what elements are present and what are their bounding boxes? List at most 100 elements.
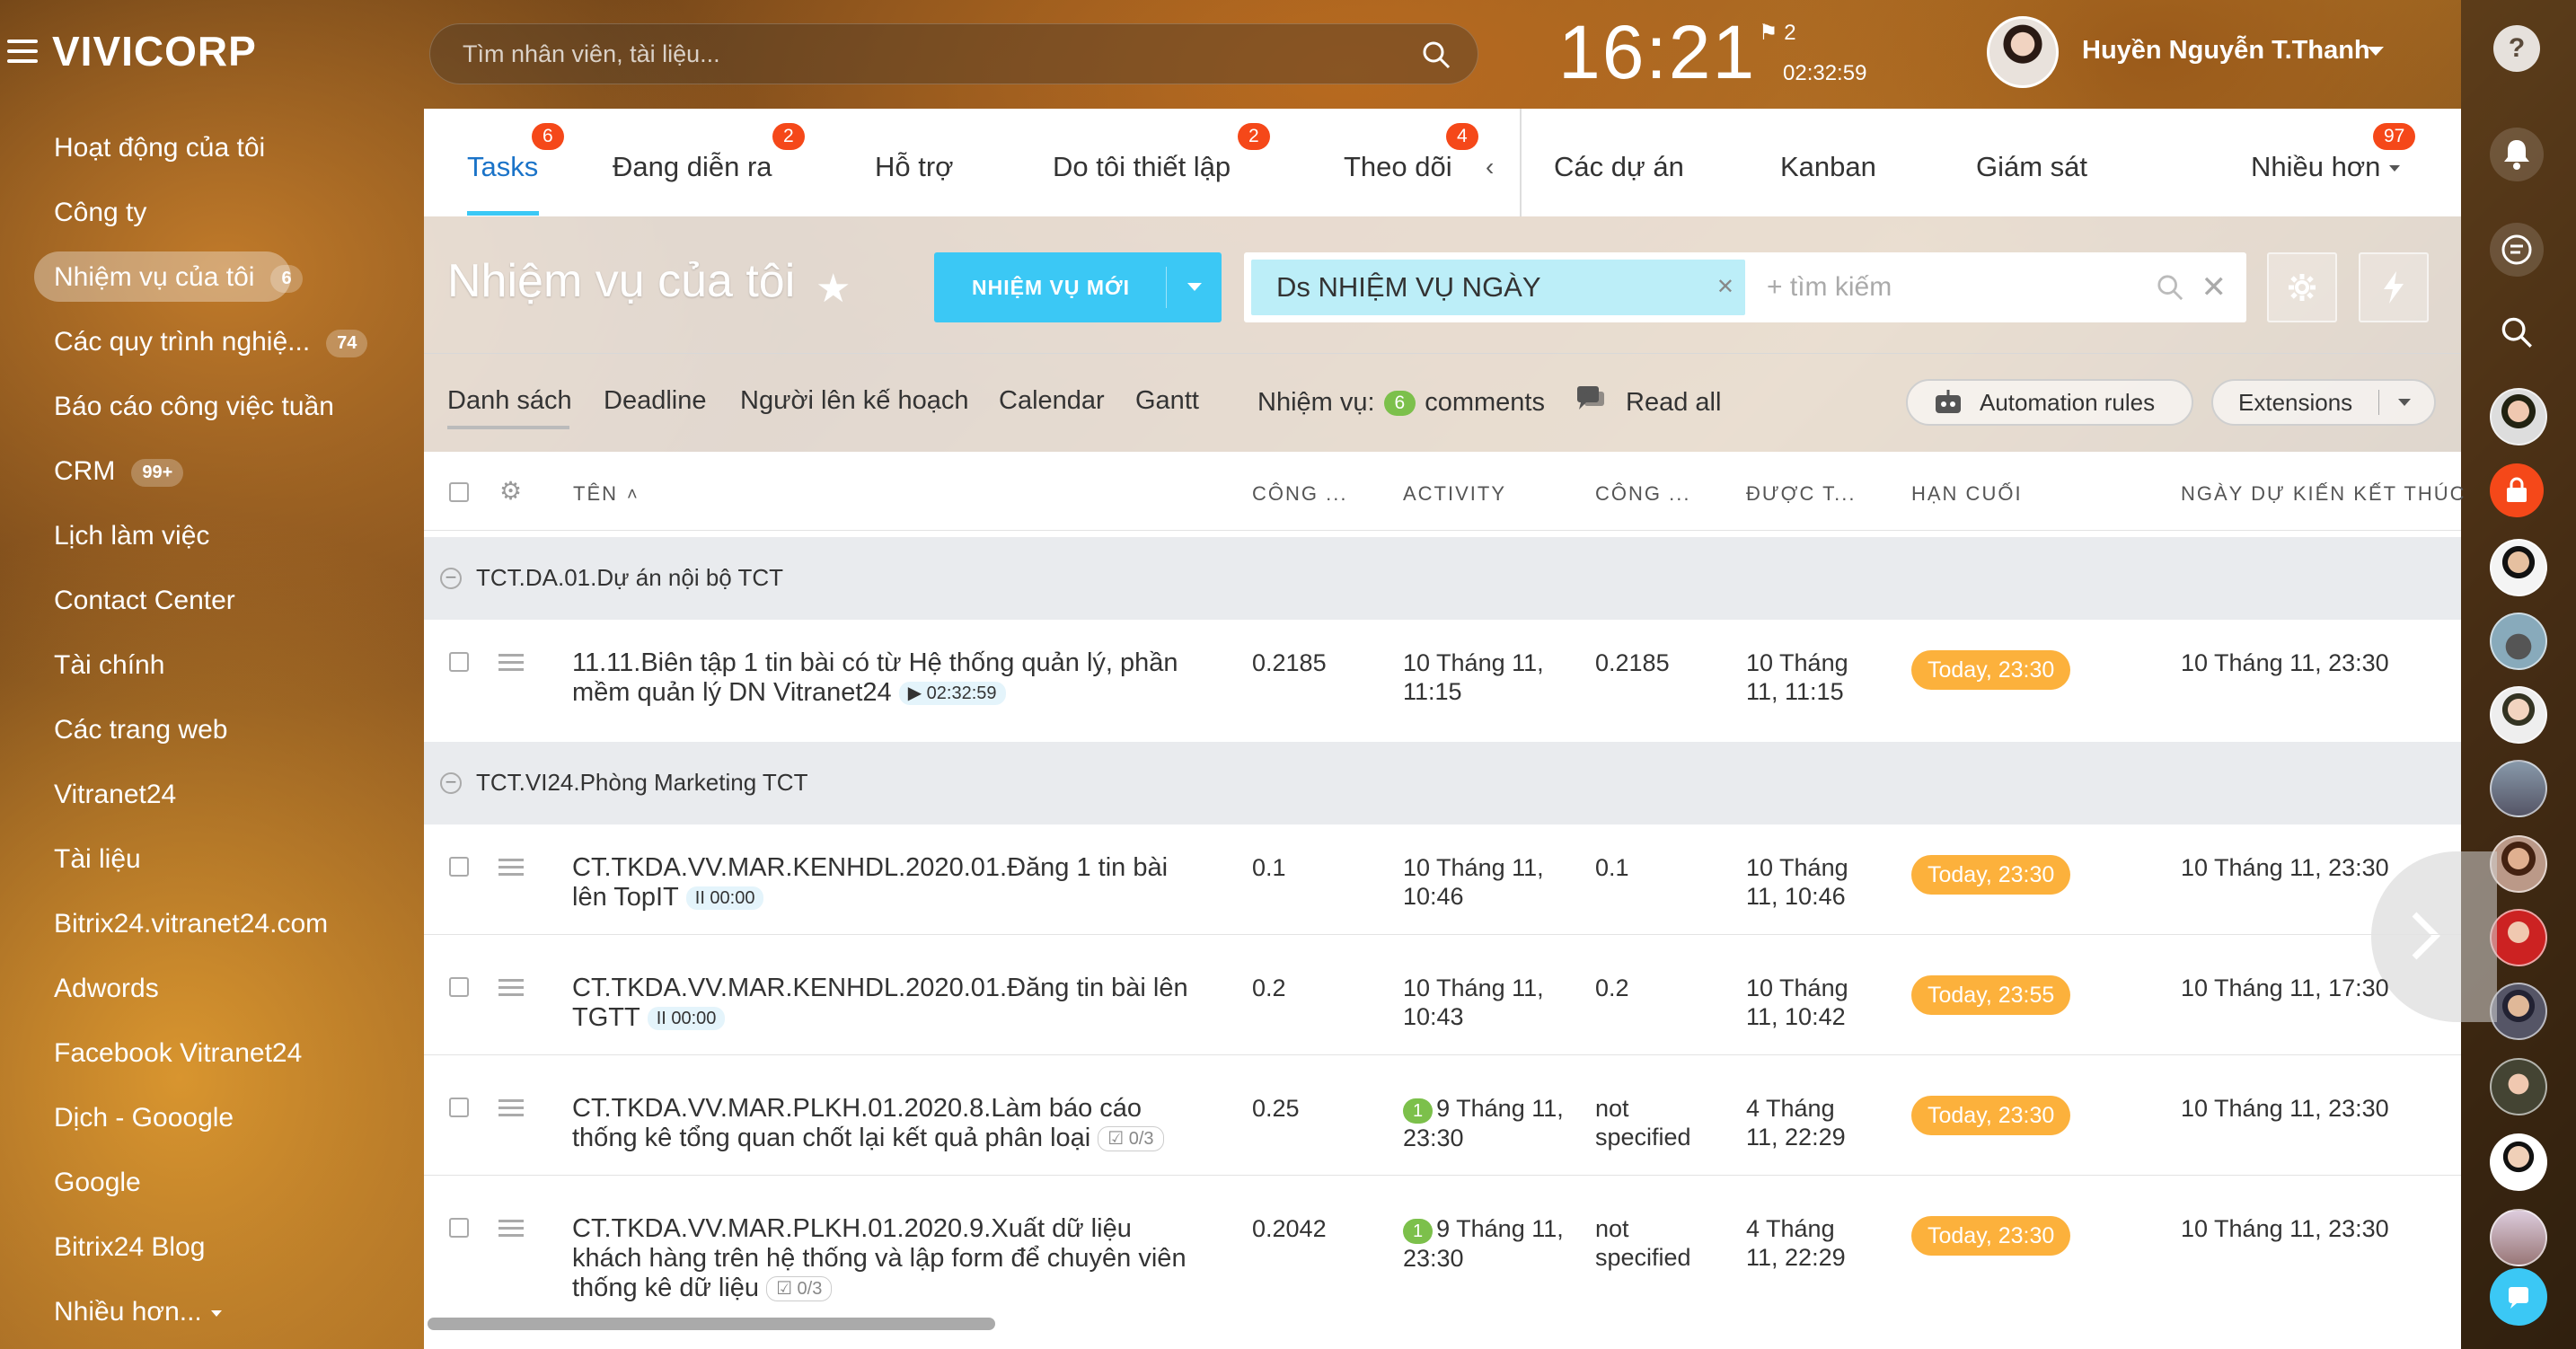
contact-avatar[interactable]	[2490, 760, 2547, 817]
contact-avatar[interactable]	[2490, 613, 2547, 670]
clear-icon[interactable]: ✕	[2201, 252, 2228, 322]
sidebar-item[interactable]: Tài liệu	[54, 844, 141, 875]
settings-button[interactable]	[2267, 252, 2337, 322]
tab-4[interactable]: Theo dõi	[1344, 109, 1452, 216]
search-input[interactable]	[463, 24, 1361, 84]
sidebar-item[interactable]: CRM 99+	[54, 456, 184, 487]
chevron-down-icon[interactable]	[2398, 399, 2411, 406]
column-header[interactable]: ĐƯỢC T...	[1746, 482, 1856, 506]
rail-search-icon[interactable]	[2490, 305, 2544, 359]
row-checkbox[interactable]	[449, 1098, 469, 1117]
lock-icon[interactable]	[2490, 463, 2544, 517]
filter-input[interactable]: + tìm kiếm	[1767, 252, 1892, 322]
sidebar-item[interactable]: Hoạt động của tôi	[54, 133, 265, 163]
row-checkbox[interactable]	[449, 977, 469, 997]
row-checkbox[interactable]	[449, 857, 469, 877]
deadline-badge[interactable]: Today, 23:30	[1911, 650, 2071, 690]
chevron-down-icon[interactable]	[210, 1309, 222, 1317]
tab-1[interactable]: Đang diễn ra	[613, 109, 772, 216]
horizontal-scrollbar[interactable]	[428, 1318, 995, 1330]
contact-avatar[interactable]	[2490, 686, 2547, 744]
column-header[interactable]: ACTIVITY	[1403, 482, 1506, 506]
sidebar-item[interactable]: Dịch - Gooogle	[54, 1103, 234, 1133]
extensions-button[interactable]: Extensions	[2211, 379, 2436, 426]
drag-handle-icon[interactable]	[498, 979, 524, 1001]
sidebar-item[interactable]: Bitrix24 Blog	[54, 1232, 205, 1263]
star-icon[interactable]: ★	[816, 266, 851, 312]
open-channels-icon[interactable]	[2490, 1268, 2547, 1326]
subtab-1[interactable]: Deadline	[604, 386, 706, 416]
sidebar-item[interactable]: Google	[54, 1168, 141, 1198]
sidebar-item[interactable]: Tài chính	[54, 650, 164, 681]
drag-handle-icon[interactable]	[498, 1099, 524, 1121]
chevron-left-icon[interactable]: ‹	[1486, 153, 1494, 181]
search-icon[interactable]	[2157, 274, 2183, 301]
contact-avatar[interactable]	[2490, 539, 2547, 596]
sidebar-item[interactable]: Bitrix24.vitranet24.com	[54, 909, 328, 939]
comments-icon[interactable]	[1575, 384, 1606, 419]
column-header[interactable]: HẠN CUỐI	[1911, 482, 2023, 506]
contact-avatar[interactable]	[2490, 835, 2547, 893]
contact-avatar[interactable]	[2490, 909, 2547, 966]
column-header[interactable]: CÔNG ...	[1595, 482, 1690, 506]
tab-3[interactable]: Do tôi thiết lập	[1053, 109, 1231, 216]
task-badge[interactable]: ▶ 02:32:59	[898, 682, 1006, 706]
deadline-badge[interactable]: Today, 23:30	[1911, 1216, 2071, 1256]
sidebar-item[interactable]: Contact Center	[54, 586, 235, 616]
task-name[interactable]: CT.TKDA.VV.MAR.KENHDL.2020.01.Đăng 1 tin…	[572, 853, 1192, 913]
sort-asc-icon[interactable]: ˄	[627, 485, 640, 505]
sidebar-item[interactable]: Các quy trình nghiệ... 74	[54, 327, 368, 357]
task-name[interactable]: CT.TKDA.VV.MAR.PLKH.01.2020.9.Xuất dữ li…	[572, 1214, 1192, 1303]
contact-avatar[interactable]	[2490, 1209, 2547, 1266]
task-name[interactable]: CT.TKDA.VV.MAR.PLKH.01.2020.8.Làm báo cá…	[572, 1094, 1192, 1153]
sidebar-item[interactable]: Báo cáo công việc tuần	[54, 392, 334, 422]
drag-handle-icon[interactable]	[498, 654, 524, 675]
chevron-down-icon[interactable]	[2368, 47, 2384, 56]
help-icon[interactable]: ?	[2493, 25, 2540, 72]
column-header[interactable]: CÔNG ...	[1252, 482, 1347, 506]
drag-handle-icon[interactable]	[498, 859, 524, 880]
sidebar-item[interactable]: Vitranet24	[54, 780, 176, 810]
tab-6[interactable]: Kanban	[1780, 109, 1876, 216]
logo[interactable]: VIVICORP	[52, 27, 257, 75]
chat-icon[interactable]	[2490, 223, 2544, 277]
chevron-down-icon[interactable]	[1187, 283, 1202, 291]
deadline-badge[interactable]: Today, 23:30	[1911, 1096, 2071, 1135]
new-task-button[interactable]: NHIỆM VỤ MỚI	[934, 252, 1222, 322]
drag-handle-icon[interactable]	[498, 1220, 524, 1241]
contact-avatar[interactable]	[2490, 983, 2547, 1040]
column-header[interactable]: TÊN ˄	[573, 482, 640, 506]
close-icon[interactable]: ✕	[1716, 260, 1734, 315]
flag-counter[interactable]: ⚑ 2	[1759, 20, 1796, 46]
collapse-icon[interactable]: −	[440, 568, 462, 589]
user-avatar[interactable]	[1987, 16, 2059, 88]
filter-search-box[interactable]: Ds NHIỆM VỤ NGÀY ✕ + tìm kiếm ✕	[1244, 252, 2246, 322]
contact-avatar[interactable]	[2490, 1058, 2547, 1115]
task-name[interactable]: CT.TKDA.VV.MAR.KENHDL.2020.01.Đăng tin b…	[572, 974, 1192, 1033]
task-badge[interactable]: ☑ 0/3	[1098, 1126, 1164, 1152]
subtab-4[interactable]: Gantt	[1135, 386, 1199, 416]
automation-rules-button[interactable]: Automation rules	[1906, 379, 2193, 426]
menu-icon[interactable]	[7, 40, 38, 65]
gear-icon[interactable]: ⚙	[499, 476, 522, 506]
group-title[interactable]: TCT.VI24.Phòng Marketing TCT	[476, 769, 807, 797]
collapse-icon[interactable]: −	[440, 772, 462, 794]
tab-5[interactable]: Các dự án	[1554, 109, 1684, 216]
work-timer[interactable]: 02:32:59	[1783, 61, 1866, 86]
clock[interactable]: 16:21	[1558, 9, 1756, 96]
filter-chip[interactable]: Ds NHIỆM VỤ NGÀY ✕	[1251, 260, 1745, 315]
tab-7[interactable]: Giám sát	[1976, 109, 2087, 216]
subtab-2[interactable]: Người lên kế hoạch	[740, 386, 968, 416]
sidebar-item[interactable]: Công ty	[54, 198, 146, 228]
sidebar-item[interactable]: Các trang web	[54, 715, 227, 745]
column-header[interactable]: NGÀY DỰ KIẾN KẾT THÚC	[2181, 482, 2466, 506]
task-badge[interactable]: II 00:00	[685, 886, 764, 911]
quick-action-button[interactable]	[2359, 252, 2429, 322]
search-icon[interactable]	[1422, 40, 1451, 69]
task-badge[interactable]: ☑ 0/3	[766, 1276, 833, 1302]
tab-0[interactable]: Tasks	[467, 109, 538, 216]
row-checkbox[interactable]	[449, 652, 469, 672]
deadline-badge[interactable]: Today, 23:55	[1911, 975, 2071, 1015]
subtab-0[interactable]: Danh sách	[447, 386, 572, 416]
sidebar-item[interactable]: Lịch làm việc	[54, 521, 209, 551]
